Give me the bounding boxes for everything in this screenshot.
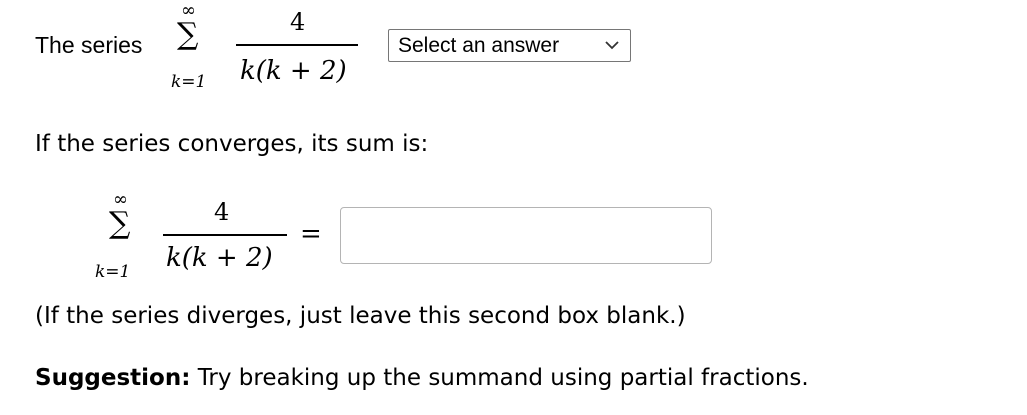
fraction2-bar bbox=[163, 234, 287, 236]
fraction-bar bbox=[236, 44, 358, 46]
convergence-select[interactable]: Select an answer bbox=[388, 29, 631, 62]
sum-lower-limit: k=1 bbox=[171, 72, 207, 92]
chevron-down-icon bbox=[605, 41, 619, 50]
diverge-note: (If the series diverges, just leave this… bbox=[35, 303, 686, 329]
fraction-numerator: 4 bbox=[290, 8, 306, 36]
equals-sign: = bbox=[300, 219, 322, 249]
suggestion-label: Suggestion: bbox=[35, 365, 191, 391]
series-intro-label: The series bbox=[35, 32, 143, 58]
fraction-denominator: k(k + 2) bbox=[240, 56, 347, 86]
convergence-select-label: Select an answer bbox=[398, 33, 560, 57]
sum-answer-input[interactable] bbox=[340, 207, 712, 264]
fraction2-numerator: 4 bbox=[214, 198, 230, 226]
sum2-lower-limit: k=1 bbox=[95, 262, 131, 282]
converges-prompt: If the series converges, its sum is: bbox=[35, 131, 429, 157]
suggestion-text: Try breaking up the summand using partia… bbox=[190, 365, 809, 391]
fraction2-denominator: k(k + 2) bbox=[166, 243, 273, 273]
sum2-sigma-symbol: ∑ bbox=[109, 206, 131, 241]
sum-sigma-symbol: ∑ bbox=[177, 17, 199, 52]
suggestion-line: Suggestion: Try breaking up the summand … bbox=[35, 365, 809, 391]
